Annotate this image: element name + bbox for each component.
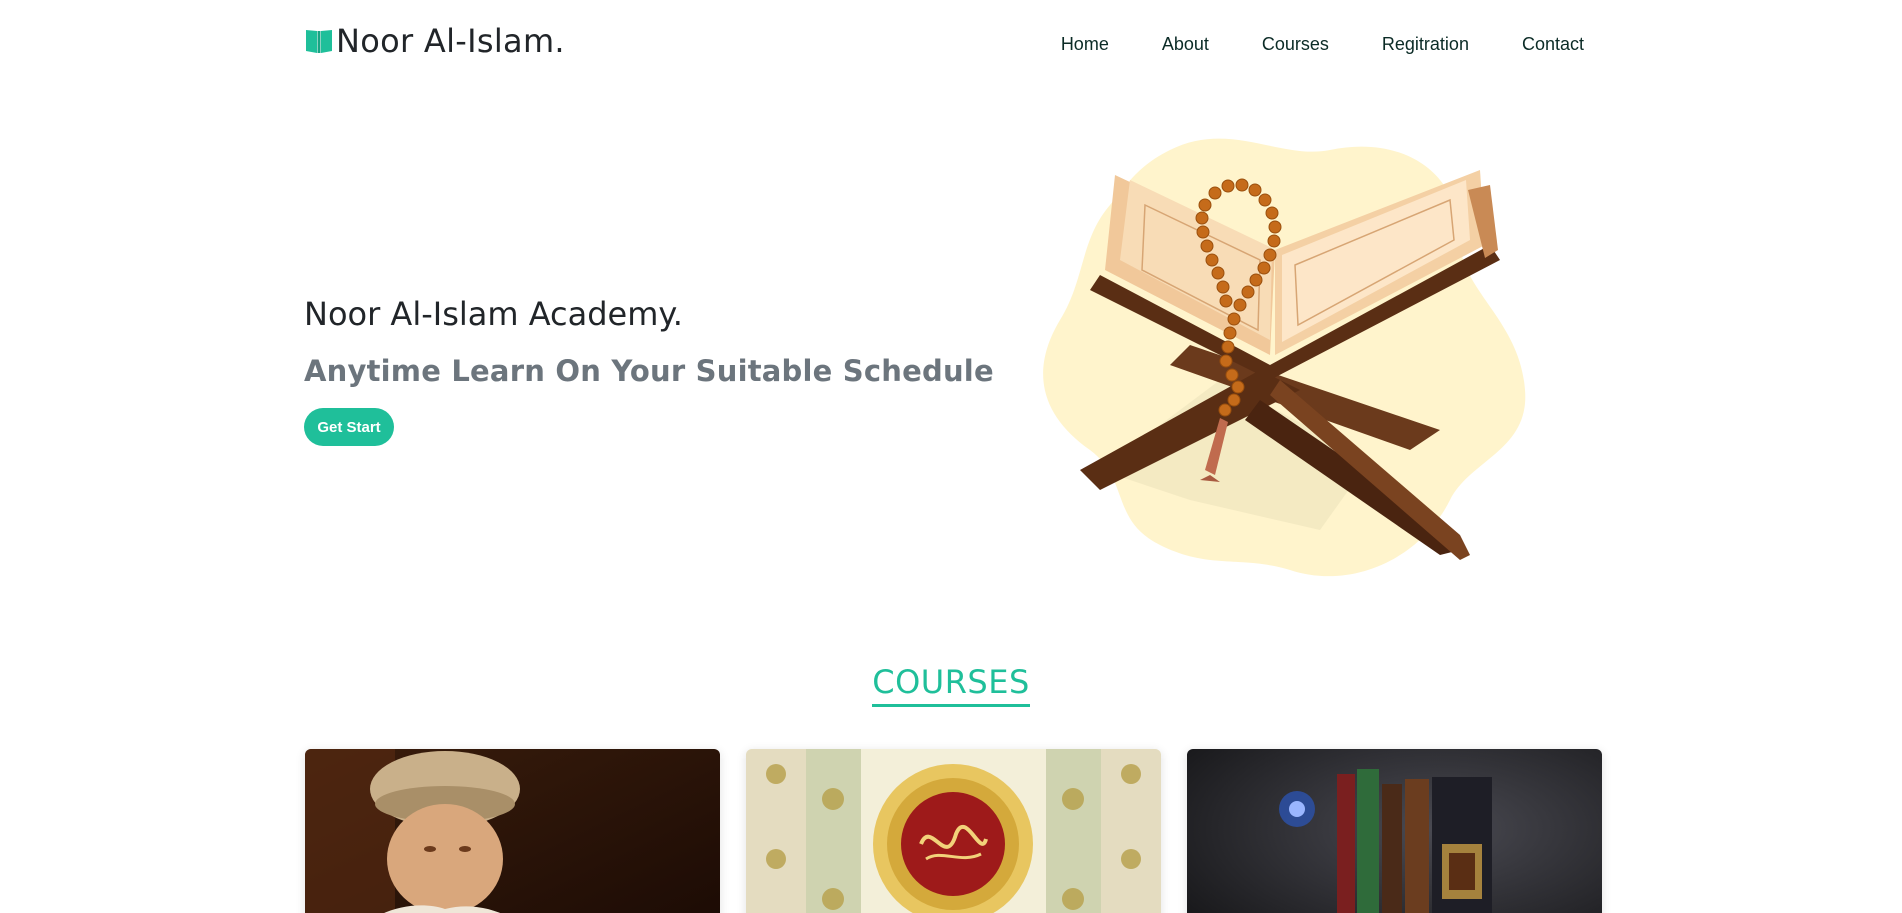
- hero-title: Noor Al-Islam Academy.: [304, 295, 683, 333]
- course-image-islamic-books: [1187, 749, 1602, 913]
- nav-registration[interactable]: Regitration: [1382, 34, 1469, 55]
- hero-subtitle: Anytime Learn On Your Suitable Schedule: [304, 354, 994, 388]
- quran-stand-illustration: [1020, 130, 1540, 590]
- nav-about[interactable]: About: [1162, 34, 1209, 55]
- course-card-quran-calligraphy[interactable]: [746, 749, 1161, 913]
- course-image-quran-calligraphy: [746, 749, 1161, 913]
- nav-contact[interactable]: Contact: [1522, 34, 1584, 55]
- open-book-icon: [304, 26, 334, 56]
- brand-name: Noor Al-Islam.: [336, 22, 565, 60]
- course-card-islamic-books[interactable]: [1187, 749, 1602, 913]
- get-start-button[interactable]: Get Start: [304, 408, 394, 446]
- nav-courses[interactable]: Courses: [1262, 34, 1329, 55]
- brand-logo[interactable]: Noor Al-Islam.: [304, 22, 565, 60]
- course-card-boy-reading[interactable]: [305, 749, 720, 913]
- course-image-boy-reading: [305, 749, 720, 913]
- courses-heading-text: COURSES: [872, 663, 1030, 707]
- site-header: Noor Al-Islam. Home About Courses Regitr…: [0, 0, 1902, 90]
- courses-section-heading: COURSES: [0, 663, 1902, 707]
- main-nav: Home About Courses Regitration Contact: [1061, 34, 1584, 55]
- nav-home[interactable]: Home: [1061, 34, 1109, 55]
- course-cards: [305, 749, 1602, 913]
